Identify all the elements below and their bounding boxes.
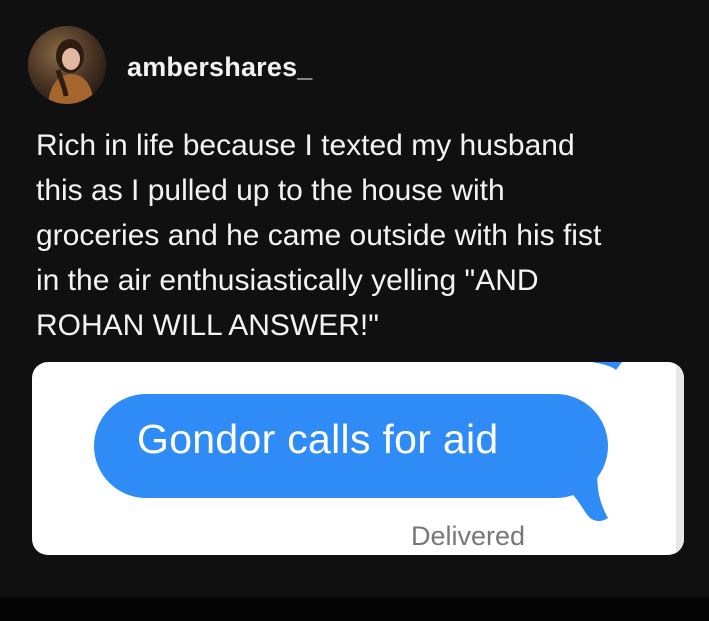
card-edge — [676, 362, 684, 555]
username[interactable]: ambershares_ — [127, 52, 313, 83]
bubble-tail-icon — [572, 466, 608, 521]
caption-line: in the air enthusiastically yelling "AND — [36, 264, 539, 297]
caption-line: this as I pulled up to the house with — [36, 174, 505, 207]
post-caption: Rich in life because I texted my husband… — [36, 123, 686, 348]
text-message-screenshot: Gondor calls for aid Delivered — [32, 362, 684, 555]
avatar[interactable] — [28, 26, 106, 104]
message-text: Gondor calls for aid — [137, 416, 499, 462]
instagram-post: ambershares_ Rich in life because I text… — [0, 0, 709, 597]
caption-line: Rich in life because I texted my husband — [36, 129, 575, 162]
bottom-bar — [0, 597, 709, 621]
previous-bubble-tail-icon — [592, 362, 622, 370]
delivery-status: Delivered — [411, 521, 526, 551]
caption-line: groceries and he came outside with his f… — [36, 219, 602, 252]
caption-line: ROHAN WILL ANSWER!" — [36, 309, 379, 342]
profile-photo-icon — [28, 26, 106, 104]
